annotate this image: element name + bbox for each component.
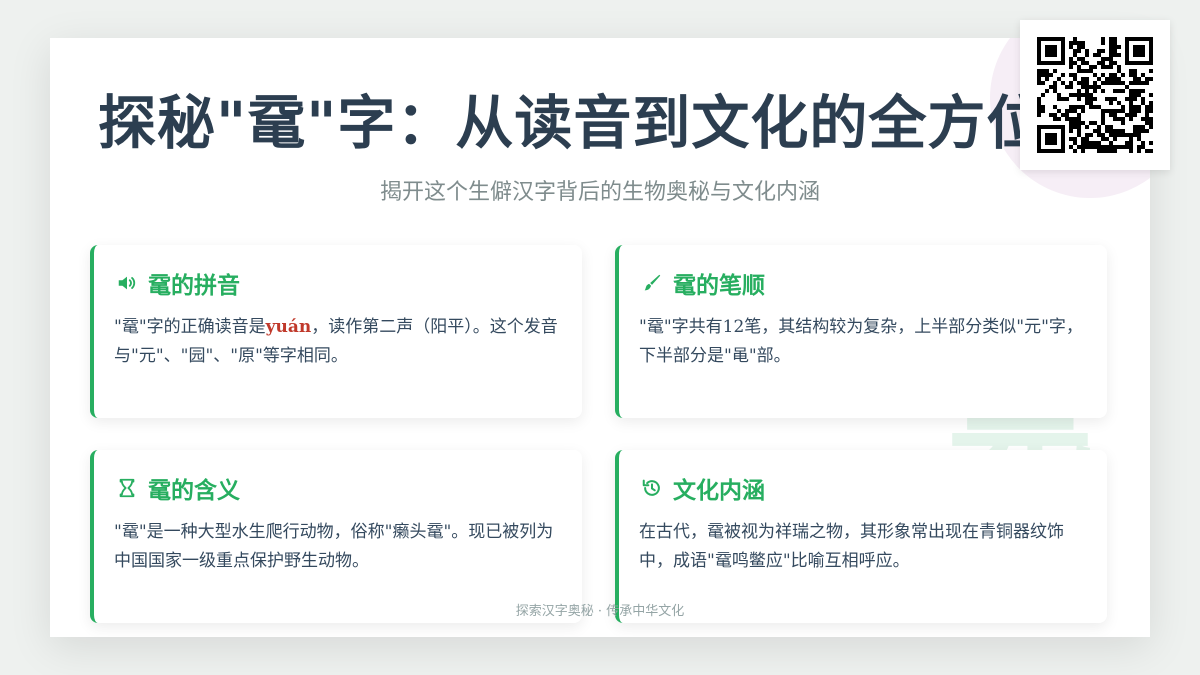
card-title: 鼋的拼音	[148, 272, 240, 299]
brush-icon	[639, 270, 665, 296]
card-text: 在古代，鼋被视为祥瑞之物，其形象常出现在青铜器纹饰中，成语"鼋鸣鳖应"比喻互相呼…	[639, 522, 1064, 571]
card-text: "鼋"字的正确读音是yuán，读作第二声（阳平）。这个发音与"元"、"园"、"原…	[114, 313, 562, 371]
card-strokes: 鼋的笔顺 "鼋"字共有12笔，其结构较为复杂，上半部分类似"元"字，下半部分是"…	[615, 245, 1107, 418]
card-title: 鼋的笔顺	[673, 272, 765, 299]
card-text-part: "鼋"字的正确读音是	[114, 317, 266, 337]
speaker-icon	[114, 270, 140, 296]
card-meaning: 鼋的含义 "鼋"是一种大型水生爬行动物，俗称"癞头鼋"。现已被列为中国国家一级重…	[90, 450, 582, 623]
card-text: "鼋"字共有12笔，其结构较为复杂，上半部分类似"元"字，下半部分是"黾"部。	[639, 317, 1083, 366]
footer-text: 探索汉字奥秘 · 传承中华文化	[515, 604, 685, 619]
card-text: "鼋"是一种大型水生爬行动物，俗称"癞头鼋"。现已被列为中国国家一级重点保护野生…	[114, 522, 554, 571]
slide: 鼋 探秘"鼋"字：从读音到文化的全方位解 揭开这个生僻汉字背后的生物奥秘与文化内…	[50, 38, 1150, 637]
history-icon	[639, 475, 665, 501]
qr-code-icon[interactable]	[1020, 20, 1170, 170]
card-pinyin: 鼋的拼音 "鼋"字的正确读音是yuán，读作第二声（阳平）。这个发音与"元"、"…	[90, 245, 582, 418]
card-culture: 文化内涵 在古代，鼋被视为祥瑞之物，其形象常出现在青铜器纹饰中，成语"鼋鸣鳖应"…	[615, 450, 1107, 623]
card-title: 文化内涵	[673, 477, 765, 504]
page-subtitle: 揭开这个生僻汉字背后的生物奥秘与文化内涵	[379, 180, 820, 205]
pinyin-highlight: yuán	[265, 317, 312, 337]
card-title: 鼋的含义	[148, 477, 240, 504]
qr-code-icon	[1037, 37, 1153, 153]
page-title: 探秘"鼋"字：从读音到文化的全方位解	[98, 89, 1105, 157]
hourglass-icon	[114, 475, 140, 501]
